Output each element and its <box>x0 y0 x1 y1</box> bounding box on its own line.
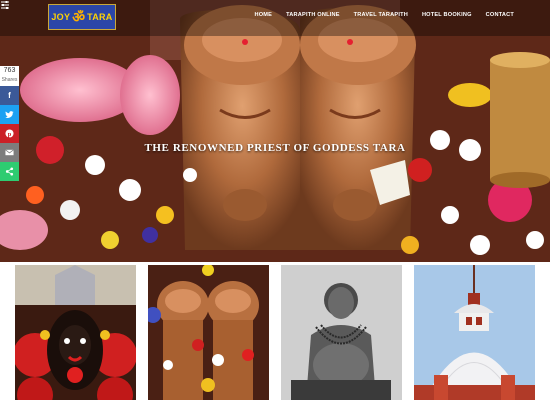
facebook-icon: f <box>8 91 11 100</box>
share-counter: 763 Shares <box>0 66 19 86</box>
twitter-icon <box>5 111 14 118</box>
share-count-label: Shares <box>1 77 18 83</box>
hero-image <box>0 0 550 262</box>
gallery-item-goddess-tara[interactable] <box>15 265 136 400</box>
share-icon <box>5 167 14 176</box>
gallery-item-sacred-feet[interactable] <box>148 265 269 400</box>
hero-heading: THE RENOWNED PRIEST OF GODDESS TARA <box>144 142 406 154</box>
email-share-button[interactable] <box>0 143 19 162</box>
goddess-tara-image <box>15 265 136 400</box>
main-menu: HOME TARAPITH ONLINE TRAVEL TARAPITH HOT… <box>255 12 515 18</box>
nav-link-tarapith-online[interactable]: TARAPITH ONLINE <box>286 12 340 18</box>
pinterest-icon: p <box>5 129 14 138</box>
svg-text:p: p <box>8 131 12 138</box>
top-navbar: JOY ॐ TARA HOME TARAPITH ONLINE TRAVEL T… <box>0 0 550 36</box>
social-share-bar: 763 Shares f p <box>0 66 19 181</box>
logo-word-left: JOY <box>51 12 71 22</box>
facebook-share-button[interactable]: f <box>0 86 19 105</box>
hero-banner: JOY ॐ TARA HOME TARAPITH ONLINE TRAVEL T… <box>0 0 550 262</box>
gallery-item-temple-dome[interactable] <box>414 265 535 400</box>
nav-link-travel-tarapith[interactable]: TRAVEL TARAPITH <box>354 12 408 18</box>
nav-link-contact[interactable]: CONTACT <box>486 12 514 18</box>
email-icon <box>5 149 14 156</box>
photo-gallery <box>0 262 550 400</box>
sliders-icon[interactable] <box>0 0 10 10</box>
nav-link-hotel-booking[interactable]: HOTEL BOOKING <box>422 12 472 18</box>
more-share-button[interactable] <box>0 162 19 181</box>
page: JOY ॐ TARA HOME TARAPITH ONLINE TRAVEL T… <box>0 0 550 400</box>
temple-dome-image <box>414 265 535 400</box>
sacred-feet-image <box>148 265 269 400</box>
nav-link-home[interactable]: HOME <box>255 12 273 18</box>
share-count: 763 <box>3 67 16 74</box>
pinterest-share-button[interactable]: p <box>0 124 19 143</box>
twitter-share-button[interactable] <box>0 105 19 124</box>
sadhak-portrait-image <box>281 265 402 400</box>
om-symbol-icon: ॐ <box>72 9 86 25</box>
site-logo[interactable]: JOY ॐ TARA <box>48 4 116 30</box>
logo-word-right: TARA <box>87 12 113 22</box>
gallery-item-sadhak-portrait[interactable] <box>281 265 402 400</box>
